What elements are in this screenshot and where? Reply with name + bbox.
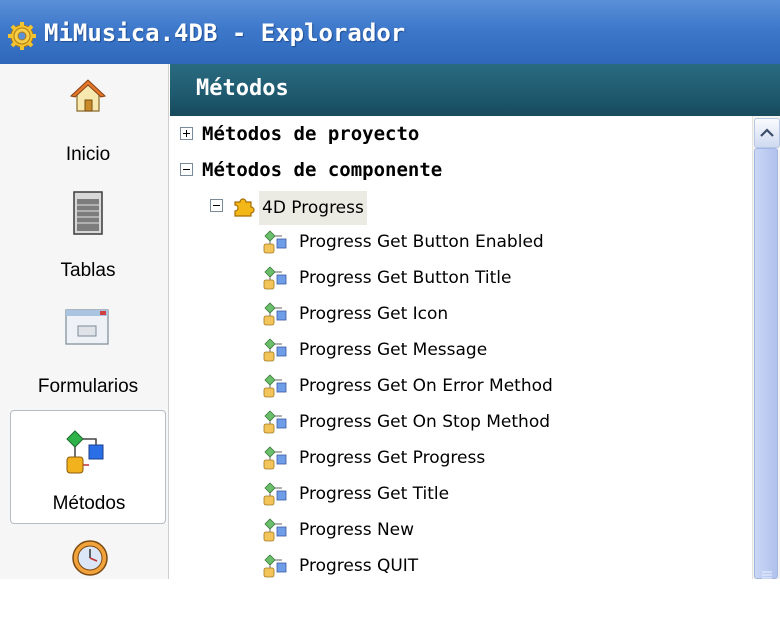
method-icon <box>262 518 288 555</box>
method-label: Progress Get Icon <box>299 304 449 324</box>
window-title: MiMusica.4DB - Explorador <box>44 19 406 47</box>
method-icon <box>262 482 288 519</box>
method-icon <box>262 302 288 339</box>
methods-tree: Métodos de proyecto Métodos de component… <box>170 116 750 579</box>
tree-group-label: Métodos de proyecto <box>202 123 420 145</box>
collapse-icon[interactable] <box>210 199 223 212</box>
methods-icon <box>66 430 104 474</box>
component-label: 4D Progress <box>259 191 367 225</box>
expand-icon[interactable] <box>180 127 193 140</box>
sidebar-item-label: Métodos <box>52 493 126 514</box>
sidebar-item-more[interactable] <box>10 526 166 640</box>
method-label: Progress New <box>299 520 415 540</box>
sidebar-item-inicio[interactable]: Inicio <box>10 64 166 178</box>
method-label: Progress Get On Stop Method <box>299 412 551 432</box>
sidebar-item-label: Tablas <box>60 260 116 281</box>
grip-icon <box>762 571 772 579</box>
method-icon <box>262 374 288 411</box>
method-label: Progress Get Button Title <box>299 268 512 288</box>
method-icon <box>262 230 288 267</box>
vertical-scrollbar[interactable] <box>752 116 780 579</box>
method-icon <box>262 554 288 591</box>
home-icon <box>70 79 106 112</box>
method-label: Progress Get Button Enabled <box>299 232 544 252</box>
method-icon <box>262 410 288 447</box>
component-puzzle-icon <box>234 198 255 217</box>
tree-group-label: Métodos de componente <box>202 159 443 181</box>
collapse-icon[interactable] <box>180 163 193 176</box>
clock-icon <box>72 540 108 576</box>
panel-title: Métodos <box>196 76 289 101</box>
sidebar: Inicio Tablas Formularios Métodos <box>0 64 169 579</box>
scroll-thumb[interactable] <box>754 148 778 579</box>
method-label: Progress Get On Error Method <box>299 376 553 396</box>
sidebar-item-formularios[interactable]: Formularios <box>10 294 166 408</box>
title-bar: MiMusica.4DB - Explorador <box>0 0 780 64</box>
forms-icon <box>65 309 109 345</box>
sidebar-item-label: Inicio <box>65 144 111 165</box>
sidebar-item-metodos[interactable]: Métodos <box>10 410 166 524</box>
scroll-up-button[interactable] <box>754 118 780 148</box>
sidebar-item-tablas[interactable]: Tablas <box>10 178 166 292</box>
method-label: Progress Get Title <box>299 484 450 504</box>
method-icon <box>262 338 288 375</box>
tables-icon <box>73 191 103 235</box>
chevron-up-icon <box>760 128 774 137</box>
app-gear-icon <box>8 22 36 50</box>
method-icon <box>262 446 288 483</box>
panel-header: Métodos <box>170 64 780 116</box>
method-icon <box>262 266 288 303</box>
method-label: Progress Get Message <box>299 340 488 360</box>
sidebar-item-label: Formularios <box>37 376 139 397</box>
method-label: Progress Get Progress <box>299 448 486 468</box>
